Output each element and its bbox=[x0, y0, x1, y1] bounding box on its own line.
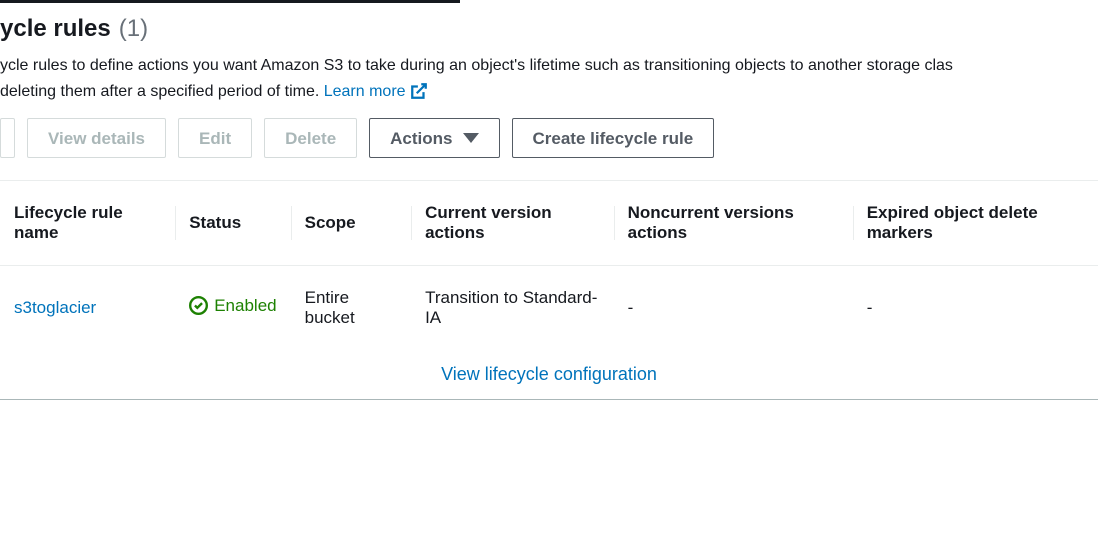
actions-label: Actions bbox=[390, 130, 452, 147]
view-lifecycle-config-link[interactable]: View lifecycle configuration bbox=[0, 350, 1098, 399]
col-noncurrent[interactable]: Noncurrent versions actions bbox=[614, 181, 853, 266]
col-scope[interactable]: Scope bbox=[291, 181, 411, 266]
learn-more-label: Learn more bbox=[324, 79, 406, 105]
current-cell: Transition to Standard-IA bbox=[411, 266, 614, 351]
view-details-button: View details bbox=[27, 118, 166, 158]
delete-button: Delete bbox=[264, 118, 357, 158]
create-lifecycle-rule-button[interactable]: Create lifecycle rule bbox=[512, 118, 715, 158]
col-status[interactable]: Status bbox=[175, 181, 290, 266]
description-line2: deleting them after a specified period o… bbox=[0, 83, 324, 100]
toolbar: View details Edit Delete Actions Create … bbox=[0, 118, 1098, 180]
table-row[interactable]: s3toglacier Enabled Entire bbox=[0, 266, 1098, 351]
rule-count: (1) bbox=[119, 15, 148, 43]
scope-cell: Entire bucket bbox=[291, 266, 411, 351]
learn-more-link[interactable]: Learn more bbox=[324, 79, 428, 105]
edit-button: Edit bbox=[178, 118, 252, 158]
page-header: ycle rules (1) bbox=[0, 3, 1098, 53]
page-description: ycle rules to define actions you want Am… bbox=[0, 53, 1098, 118]
expired-cell: - bbox=[853, 266, 1098, 351]
lifecycle-rules-table-container: Lifecycle rule name Status Scope Current… bbox=[0, 180, 1098, 400]
description-line1: ycle rules to define actions you want Am… bbox=[0, 57, 953, 74]
col-rule-name[interactable]: Lifecycle rule name bbox=[0, 181, 175, 266]
caret-down-icon bbox=[463, 133, 479, 143]
noncurrent-cell: - bbox=[614, 266, 853, 351]
col-expired[interactable]: Expired object delete markers bbox=[853, 181, 1098, 266]
page-title: ycle rules bbox=[0, 15, 111, 43]
check-circle-icon bbox=[189, 296, 208, 315]
col-current[interactable]: Current version actions bbox=[411, 181, 614, 266]
lifecycle-rules-table: Lifecycle rule name Status Scope Current… bbox=[0, 181, 1098, 350]
rule-name-link[interactable]: s3toglacier bbox=[14, 298, 96, 317]
table-header-row: Lifecycle rule name Status Scope Current… bbox=[0, 181, 1098, 266]
status-text: Enabled bbox=[214, 296, 276, 316]
status-badge: Enabled bbox=[189, 296, 276, 316]
unknown-narrow-button bbox=[0, 118, 15, 158]
actions-dropdown-button[interactable]: Actions bbox=[369, 118, 499, 158]
external-link-icon bbox=[410, 82, 428, 100]
